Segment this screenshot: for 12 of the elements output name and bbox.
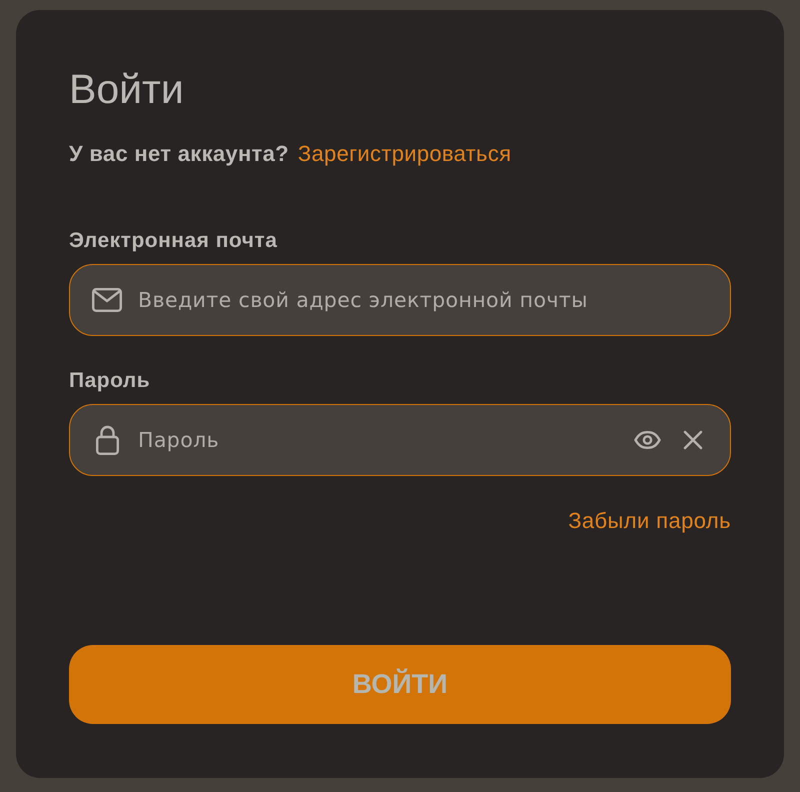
forgot-password-link[interactable]: Забыли пароль	[568, 507, 731, 535]
close-icon[interactable]	[683, 430, 703, 450]
password-field[interactable]: Пароль	[69, 404, 731, 476]
email-field[interactable]: Введите свой адрес электронной почты	[69, 264, 731, 336]
lock-icon	[96, 425, 118, 455]
eye-icon[interactable]	[634, 431, 661, 449]
field-label: Пароль	[69, 368, 150, 394]
envelope-icon	[92, 288, 122, 312]
signup-prompt-text: У вас нет аккаунта?	[69, 141, 289, 167]
page-title: Войти	[69, 66, 184, 112]
signup-link[interactable]: Зарегистрироваться	[298, 141, 512, 167]
field-label: Электронная почта	[69, 228, 278, 254]
